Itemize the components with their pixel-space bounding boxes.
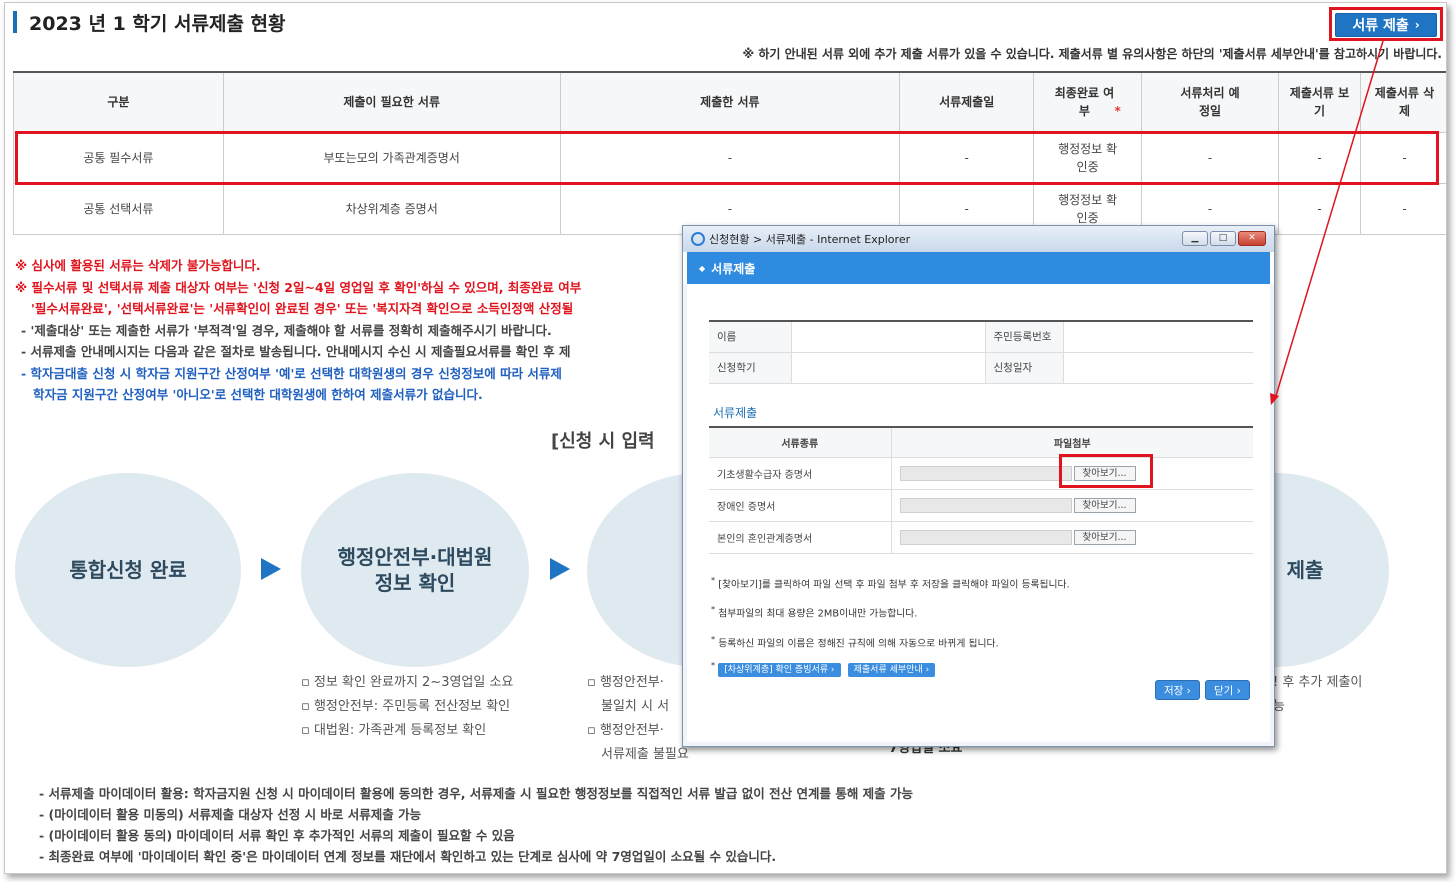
file-path-field[interactable] xyxy=(899,497,1072,513)
applicant-info-table: 이름 주민등록번호 신청학기 신청일자 xyxy=(709,320,1253,384)
cell-submitted-doc: - xyxy=(559,131,901,184)
file-path-field[interactable] xyxy=(899,465,1072,481)
cell-view-docs: - xyxy=(1278,182,1361,235)
popup-titlebar[interactable]: 신청현황 > 서류제출 - Internet Explorer ▁ □ ✕ xyxy=(683,226,1274,252)
header-file-attach: 파일첨부 xyxy=(890,426,1253,458)
label-name: 이름 xyxy=(709,320,791,353)
popup-body: 이름 주민등록번호 신청학기 신청일자 서류제출 서류종류 파일첨부 기초생활수… xyxy=(687,284,1270,742)
notice-line: - 서류제출 안내메시지는 다음과 같은 절차로 발송됩니다. 안내메시지 수신… xyxy=(21,344,571,359)
page-title: 2023 년 1 학기 서류제출 현황 xyxy=(29,13,286,35)
mydata-notes: - 서류제출 마이데이터 활용: 학자금지원 신청 시 마이데이터 활용에 동의… xyxy=(39,783,913,867)
cell-delete-docs: - xyxy=(1359,131,1446,184)
header-delete-docs: 제출서류 삭제 xyxy=(1359,71,1446,133)
low-income-proof-link[interactable]: [차상위계층] 확인 증빙서류 › xyxy=(718,663,841,678)
header-submitted-docs: 제출한 서류 xyxy=(559,71,901,133)
header-process-date: 서류처리 예정일 xyxy=(1141,71,1279,133)
required-mark: * xyxy=(1114,104,1121,119)
notice-line: ※ 심사에 활용된 서류는 삭제가 불가능합니다. xyxy=(15,258,261,273)
docs-section-title: 서류제출 xyxy=(713,406,758,420)
header-view-docs: 제출서류 보기 xyxy=(1278,71,1361,133)
maximize-icon[interactable]: □ xyxy=(1210,231,1236,246)
notice-line: - 학자금대출 신청 시 학자금 지원구간 산정여부 '예'로 선택한 대학원생… xyxy=(21,365,562,381)
close-icon[interactable]: ✕ xyxy=(1238,231,1266,246)
process-step-verify: 행정안전부·대법원 정보 확인 xyxy=(301,473,529,667)
document-status-table: 구분 제출이 필요한 서류 제출한 서류 서류제출일 최종완료 여부 * 서류처리… xyxy=(13,71,1446,235)
upload-docs-table: 서류종류 파일첨부 기초생활수급자 증명서 찾아보기... 장애인 증명서 찾아… xyxy=(709,426,1253,554)
label-semester: 신청학기 xyxy=(709,352,791,384)
cell-category: 공통 선택서류 xyxy=(13,182,224,235)
browse-button[interactable]: 찾아보기... xyxy=(1073,497,1136,513)
upload-row: 본인의 혼인관계증명서 찾아보기... xyxy=(709,521,1253,554)
notice-top: ※ 하기 안내된 서류 외에 추가 제출 서류가 있을 수 있습니다. 제출서류… xyxy=(742,47,1443,61)
diamond-icon: ◆ xyxy=(699,263,706,273)
step2-details: ▫ 정보 확인 완료까지 2~3영업일 소요 ▫ 행정안전부: 주민등록 전산정… xyxy=(301,675,514,738)
step4-detail: ! 후 추가 제출이 능 xyxy=(1273,675,1363,714)
save-button[interactable]: 저장 › xyxy=(1155,680,1200,700)
popup-header: ◆ 서류제출 xyxy=(683,252,1274,284)
label-rrn: 주민등록번호 xyxy=(984,320,1063,353)
doc-type-label: 장애인 증명서 xyxy=(709,489,891,522)
step3-details: ▫ 행정안전부· 불일치 시 서 ▫ 행정안전부· 서류제출 불필요 xyxy=(587,675,689,762)
mydata-note: - 최종완료 여부에 '마이데이터 확인 중'은 마이데이터 연계 정보를 재단… xyxy=(39,849,777,864)
submit-button-label: 서류 제출 xyxy=(1352,18,1409,34)
close-button[interactable]: 닫기 › xyxy=(1205,680,1250,700)
internet-explorer-icon xyxy=(691,232,705,246)
notice-list: ※ 심사에 활용된 서류는 삭제가 불가능합니다. ※ 필수서류 및 선택서류 … xyxy=(15,255,581,406)
title-accent-bar xyxy=(13,11,17,33)
table-header-row: 구분 제출이 필요한 서류 제출한 서류 서류제출일 최종완료 여부 * 서류처리… xyxy=(13,71,1446,133)
document-submit-popup: 신청현황 > 서류제출 - Internet Explorer ▁ □ ✕ ◆ … xyxy=(682,225,1275,747)
cell-required-doc: 차상위계층 증명서 xyxy=(222,182,561,235)
upload-row: 장애인 증명서 찾아보기... xyxy=(709,489,1253,522)
value-name xyxy=(790,320,985,353)
browse-button[interactable]: 찾아보기... xyxy=(1073,529,1136,545)
cell-submit-date: - xyxy=(899,131,1035,184)
table-row: 공통 필수서류 부또는모의 가족관계증명서 - - 행정정보 확인중 - - - xyxy=(13,131,1446,184)
chevron-right-icon: › xyxy=(1414,18,1420,32)
popup-window-title: 신청현황 > 서류제출 - Internet Explorer xyxy=(709,233,911,246)
value-rrn xyxy=(1062,320,1253,353)
popup-notes: * [찾아보기]를 클릭하여 파일 선택 후 파일 첨부 후 저장을 클릭해야 … xyxy=(711,575,1070,678)
cell-required-doc: 부또는모의 가족관계증명서 xyxy=(222,131,561,184)
mydata-note: - (마이데이터 활용 동의) 마이데이터 서류 확인 후 추가적인 서류의 제… xyxy=(39,828,515,843)
header-doc-type: 서류종류 xyxy=(709,426,891,458)
process-heading: [신청 시 입력 xyxy=(551,431,655,452)
doc-type-label: 기초생활수급자 증명서 xyxy=(709,457,891,490)
cell-final-status: 행정정보 확인중 xyxy=(1033,131,1143,184)
window-controls: ▁ □ ✕ xyxy=(1182,231,1266,246)
file-path-field[interactable] xyxy=(899,529,1072,545)
browse-button[interactable]: 찾아보기... xyxy=(1073,465,1136,481)
arrow-right-icon xyxy=(550,558,570,580)
value-apply-date xyxy=(1062,352,1253,384)
mydata-note: - 서류제출 마이데이터 활용: 학자금지원 신청 시 마이데이터 활용에 동의… xyxy=(39,786,914,801)
mydata-note: - (마이데이터 활용 미동의) 서류제출 대상자 선정 시 바로 서류제출 가… xyxy=(39,807,422,822)
notice-line: '필수서류완료', '선택서류완료'는 '서류확인이 완료된 경우' 또는 '복… xyxy=(31,301,574,316)
process-step-complete: 통합신청 완료 xyxy=(15,473,241,667)
page-frame: 2023 년 1 학기 서류제출 현황 서류 제출 › ※ 하기 안내된 서류 … xyxy=(4,2,1447,874)
doc-type-label: 본인의 혼인관계증명서 xyxy=(709,521,891,554)
label-apply-date: 신청일자 xyxy=(984,352,1063,384)
notice-line: - '제출대상' 또는 제출한 서류가 '부적격'일 경우, 제출해야 할 서류… xyxy=(21,322,552,338)
cell-view-docs: - xyxy=(1278,131,1361,184)
header-submit-date: 서류제출일 xyxy=(899,71,1035,133)
header-required-docs: 제출이 필요한 서류 xyxy=(222,71,561,133)
value-semester xyxy=(790,352,985,384)
doc-detail-guide-link[interactable]: 제출서류 세부안내 › xyxy=(847,663,936,678)
cell-process-date: - xyxy=(1141,131,1279,184)
cell-delete-docs: - xyxy=(1359,182,1446,235)
document-submit-button[interactable]: 서류 제출 › xyxy=(1335,13,1437,37)
minimize-icon[interactable]: ▁ xyxy=(1182,231,1208,246)
cell-category: 공통 필수서류 xyxy=(13,131,224,184)
header-category: 구분 xyxy=(13,71,224,133)
notice-line: 학자금 지원구간 산정여부 '아니오'로 선택한 대학원생에 한하여 제출서류가… xyxy=(33,387,483,402)
upload-row: 기초생활수급자 증명서 찾아보기... xyxy=(709,457,1253,490)
header-final-status: 최종완료 여부 * xyxy=(1033,71,1143,133)
notice-line: ※ 필수서류 및 선택서류 제출 대상자 여부는 '신청 2일~4일 영업일 후… xyxy=(15,279,582,295)
arrow-right-icon xyxy=(261,558,281,580)
